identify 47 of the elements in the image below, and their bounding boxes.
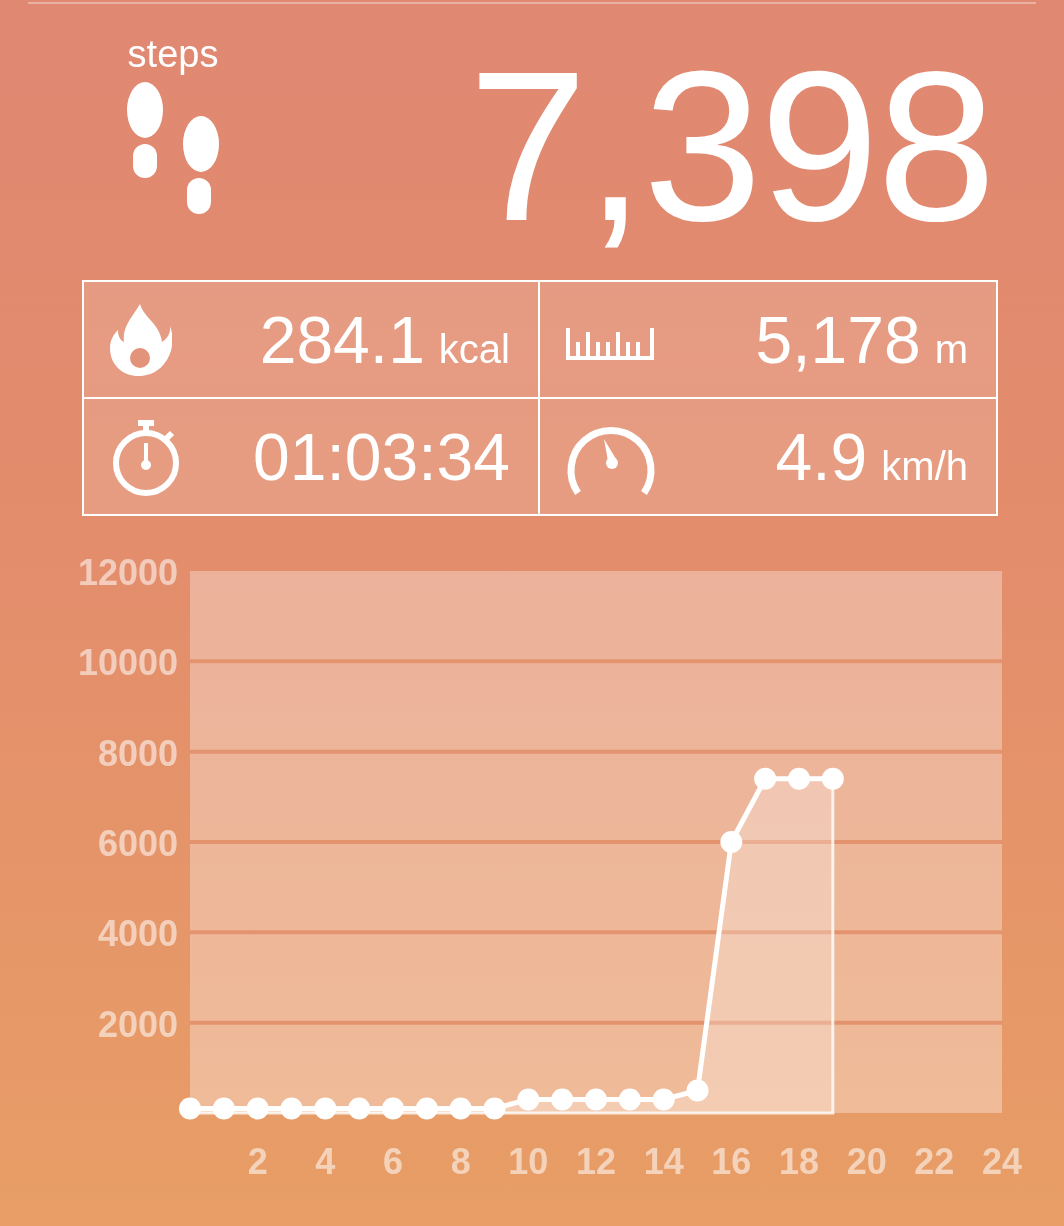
x-tick-label: 14 [643, 1141, 684, 1182]
x-tick-label: 20 [846, 1141, 887, 1182]
x-tick-label: 16 [711, 1141, 752, 1182]
y-tick-label: 6000 [97, 823, 178, 864]
x-tick-label: 22 [914, 1141, 955, 1182]
data-point [754, 767, 777, 790]
data-point [618, 1088, 641, 1111]
data-point [720, 831, 743, 853]
data-point [415, 1097, 438, 1120]
stat-unit: km/h [881, 443, 968, 489]
stat-unit: kcal [438, 326, 510, 372]
stat-value: 284.1 [259, 301, 425, 378]
y-tick-label: 2000 [97, 1003, 178, 1045]
x-tick-label: 8 [450, 1141, 471, 1182]
x-tick-label: 18 [779, 1141, 819, 1182]
x-tick-label: 12 [576, 1141, 616, 1182]
data-point [686, 1079, 709, 1102]
data-point [821, 767, 844, 790]
x-tick-label: 6 [383, 1141, 403, 1182]
x-tick-label: 4 [315, 1141, 336, 1182]
data-point [551, 1088, 574, 1111]
data-point [314, 1097, 337, 1120]
data-point [212, 1097, 235, 1120]
data-point [382, 1097, 404, 1120]
x-tick-label: 24 [982, 1141, 1022, 1182]
data-point [652, 1088, 675, 1111]
data-point [585, 1088, 607, 1111]
y-tick-label: 10000 [77, 642, 178, 684]
stat-value: 5,178 [755, 301, 921, 378]
steps-label: steps [127, 32, 219, 76]
stat-value: 01:03:34 [253, 418, 510, 495]
y-tick-label: 12000 [77, 552, 178, 593]
data-point [179, 1097, 201, 1120]
y-tick-label: 4000 [97, 913, 178, 955]
data-point [517, 1088, 540, 1111]
stat-value: 4.9 [775, 418, 868, 495]
stat-unit: m [934, 326, 968, 372]
data-point [348, 1097, 371, 1120]
data-point [483, 1097, 506, 1120]
data-point [788, 767, 810, 790]
x-tick-label: 10 [508, 1141, 549, 1182]
data-point [280, 1097, 303, 1120]
y-tick-label: 8000 [97, 732, 178, 774]
data-point [449, 1097, 472, 1120]
step-count: 7,398 [468, 36, 994, 256]
x-tick-label: 2 [247, 1141, 268, 1182]
data-point [246, 1097, 269, 1120]
